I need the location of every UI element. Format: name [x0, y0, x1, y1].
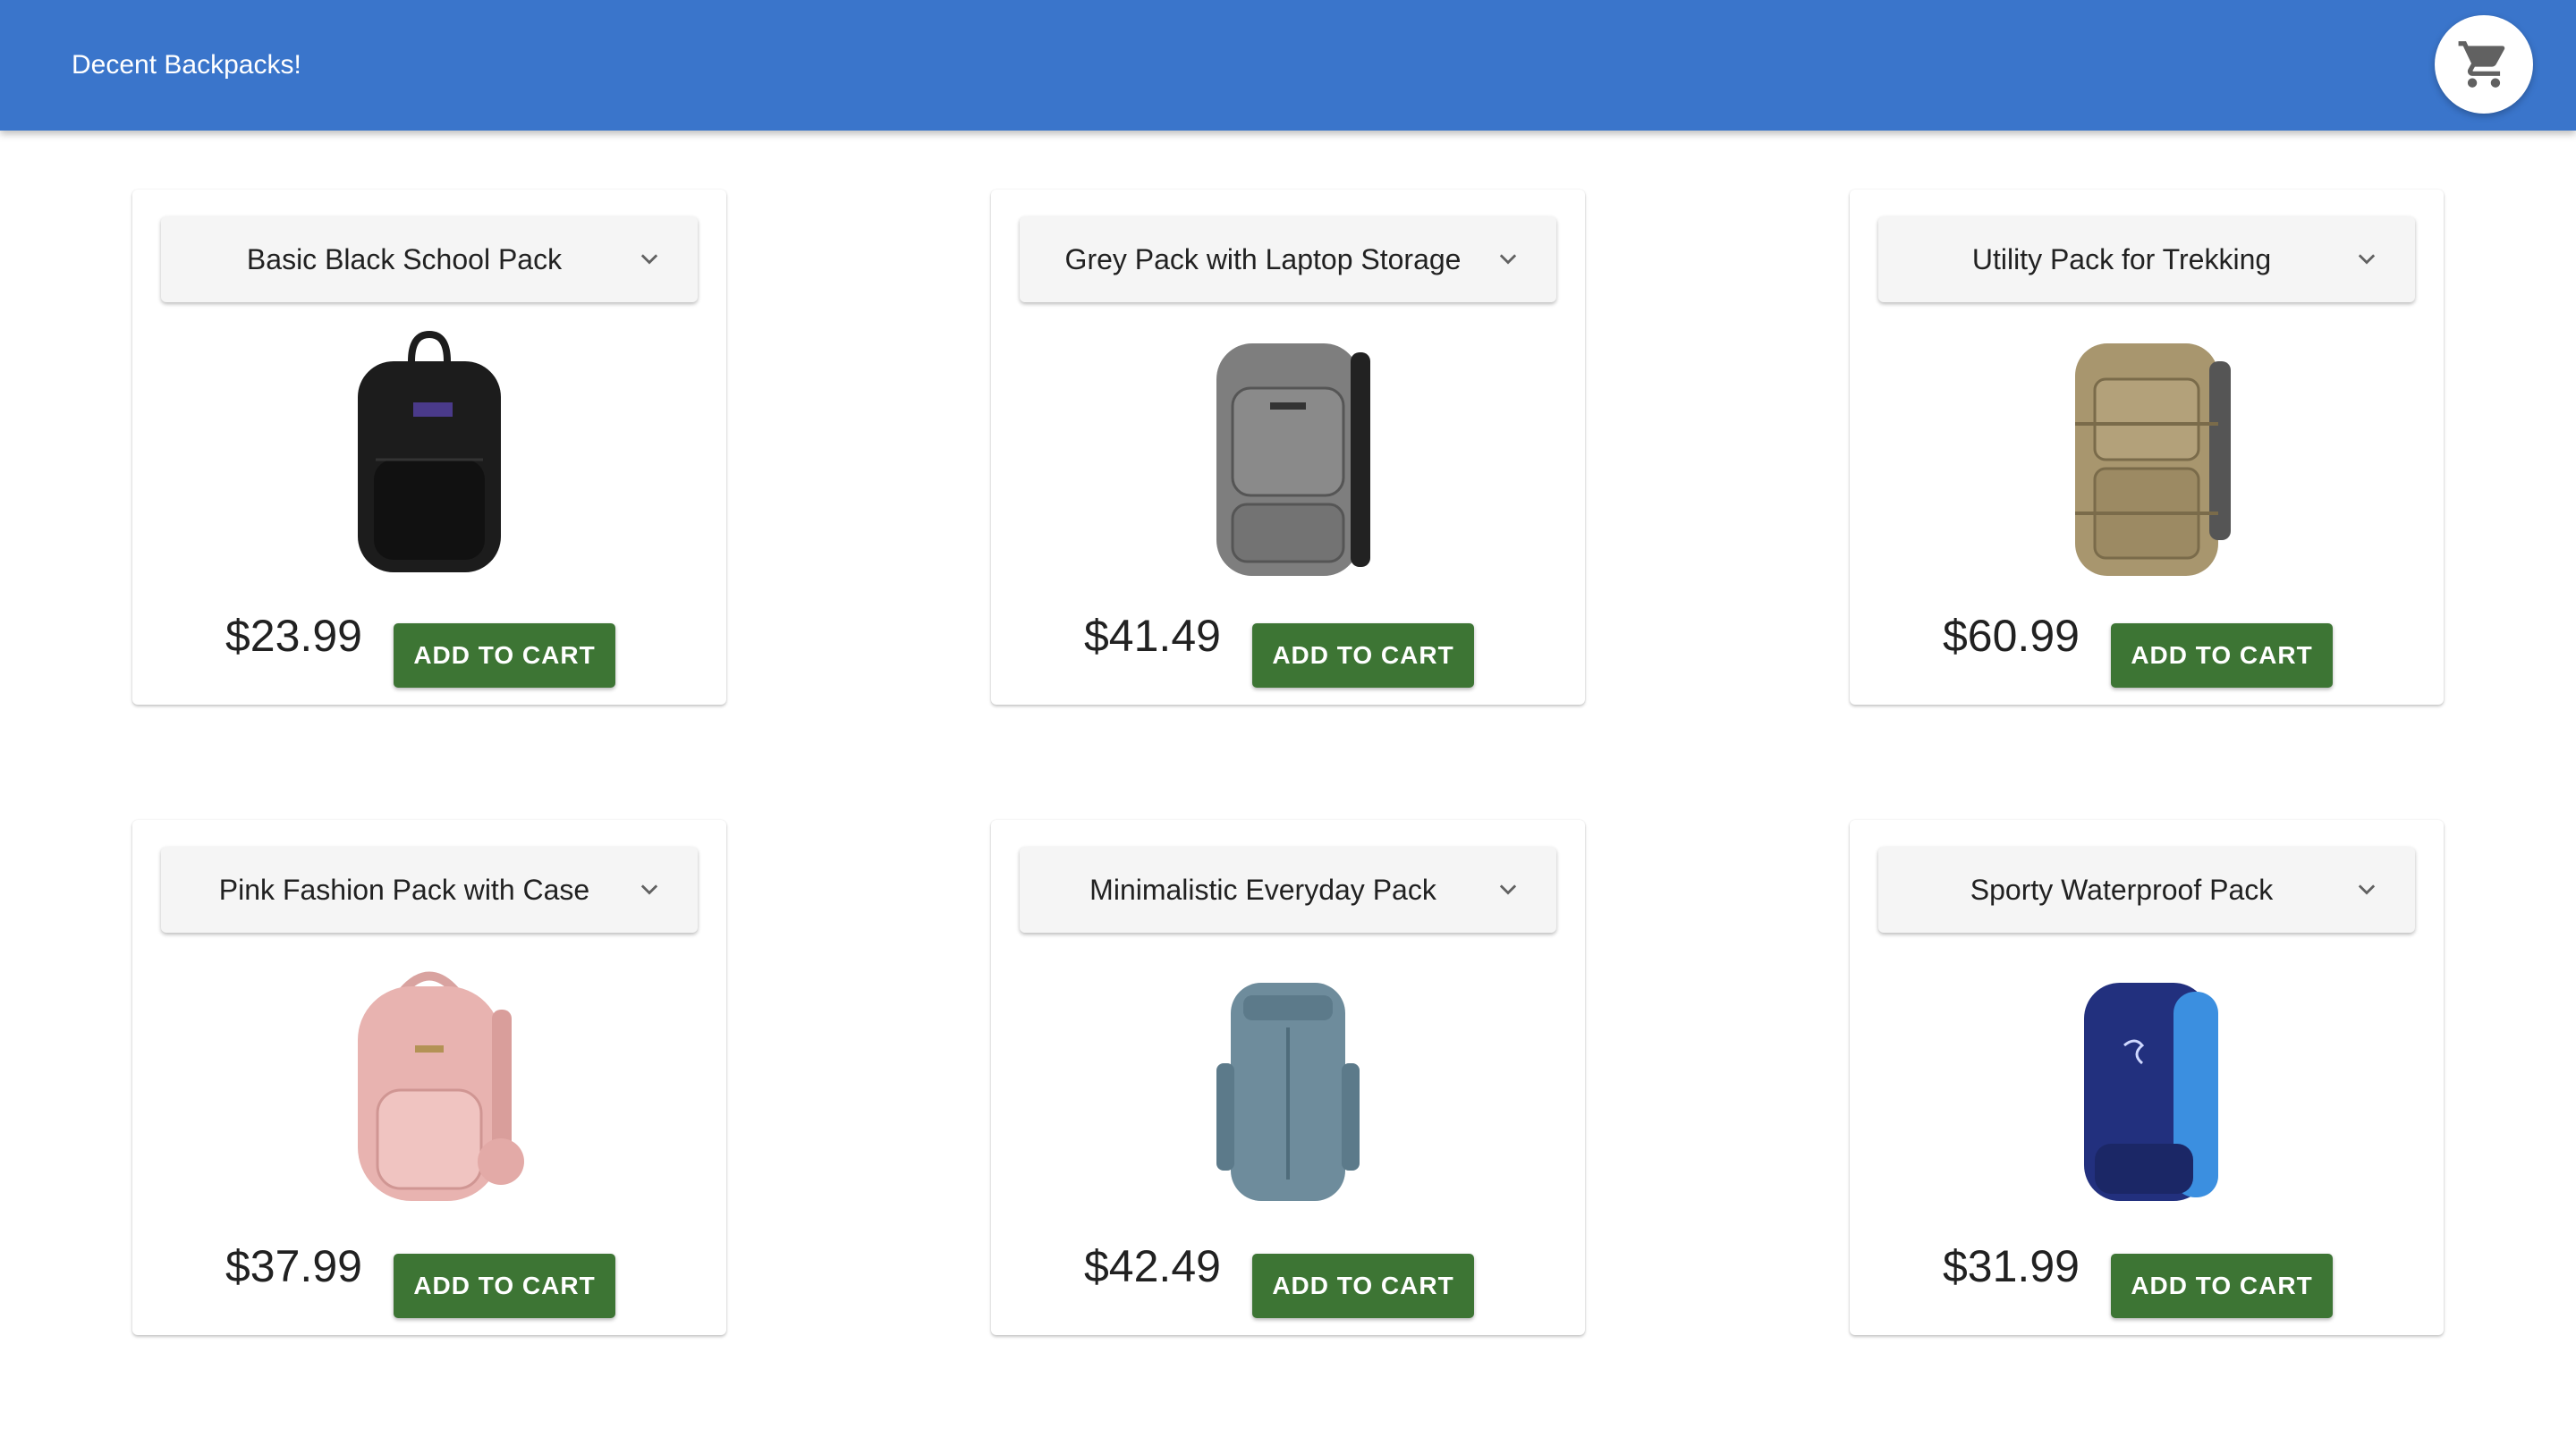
product-select[interactable]: Pink Fashion Pack with Case — [161, 847, 698, 933]
add-to-cart-button[interactable]: ADD TO CART — [2111, 623, 2333, 688]
product-select[interactable]: Grey Pack with Laptop Storage — [1020, 216, 1556, 302]
product-name: Pink Fashion Pack with Case — [218, 874, 590, 906]
chevron-down-icon — [2354, 247, 2379, 272]
product-name: Utility Pack for Trekking — [1971, 243, 2272, 275]
chevron-down-icon — [637, 877, 662, 902]
app-title: Decent Backpacks! — [72, 50, 301, 80]
product-card: Sporty Waterproof Pack $31.99 ADD TO CAR… — [1850, 820, 2444, 1335]
backpack-image — [2075, 343, 2231, 576]
backpack-image — [1216, 983, 1360, 1201]
product-card: Utility Pack for Trekking $60.99 ADD TO … — [1850, 190, 2444, 705]
product-card: Pink Fashion Pack with Case $37.99 ADD T… — [132, 820, 726, 1335]
product-price: $60.99 — [1943, 611, 2080, 661]
chevron-down-icon — [2354, 877, 2379, 902]
product-select[interactable]: Basic Black School Pack — [161, 216, 698, 302]
product-image — [1109, 326, 1467, 581]
product-name: Basic Black School Pack — [246, 243, 563, 275]
backpack-image — [2084, 983, 2218, 1201]
app-bar: Decent Backpacks! — [0, 0, 2576, 131]
product-price: $42.49 — [1084, 1241, 1221, 1291]
product-select[interactable]: Sporty Waterproof Pack — [1878, 847, 2415, 933]
chevron-down-icon — [1496, 877, 1521, 902]
product-price: $41.49 — [1084, 611, 1221, 661]
product-price: $23.99 — [225, 611, 362, 661]
product-card: Basic Black School Pack $23.99 ADD TO CA… — [132, 190, 726, 705]
product-name: Grey Pack with Laptop Storage — [1064, 243, 1462, 275]
product-image — [1968, 956, 2326, 1212]
backpack-image — [358, 330, 501, 572]
add-to-cart-button[interactable]: ADD TO CART — [2111, 1254, 2333, 1318]
chevron-down-icon — [637, 247, 662, 272]
add-to-cart-button[interactable]: ADD TO CART — [394, 623, 615, 688]
backpack-image — [1216, 343, 1370, 576]
product-image — [1968, 326, 2326, 581]
product-card: Minimalistic Everyday Pack $42.49 ADD TO… — [991, 820, 1585, 1335]
product-image — [250, 956, 608, 1212]
add-to-cart-button[interactable]: ADD TO CART — [1252, 623, 1474, 688]
product-price: $37.99 — [225, 1241, 362, 1291]
product-image — [250, 326, 608, 581]
add-to-cart-button[interactable]: ADD TO CART — [1252, 1254, 1474, 1318]
product-image — [1109, 956, 1467, 1212]
product-select[interactable]: Minimalistic Everyday Pack — [1020, 847, 1556, 933]
cart-button[interactable] — [2435, 15, 2533, 114]
product-select[interactable]: Utility Pack for Trekking — [1878, 216, 2415, 302]
product-card: Grey Pack with Laptop Storage $41.49 ADD… — [991, 190, 1585, 705]
add-to-cart-button[interactable]: ADD TO CART — [394, 1254, 615, 1318]
product-price: $31.99 — [1943, 1241, 2080, 1291]
chevron-down-icon — [1496, 247, 1521, 272]
backpack-image — [358, 971, 524, 1201]
product-name: Sporty Waterproof Pack — [1970, 874, 2274, 906]
shopping-cart-icon — [2458, 41, 2505, 88]
product-name: Minimalistic Everyday Pack — [1089, 874, 1436, 906]
